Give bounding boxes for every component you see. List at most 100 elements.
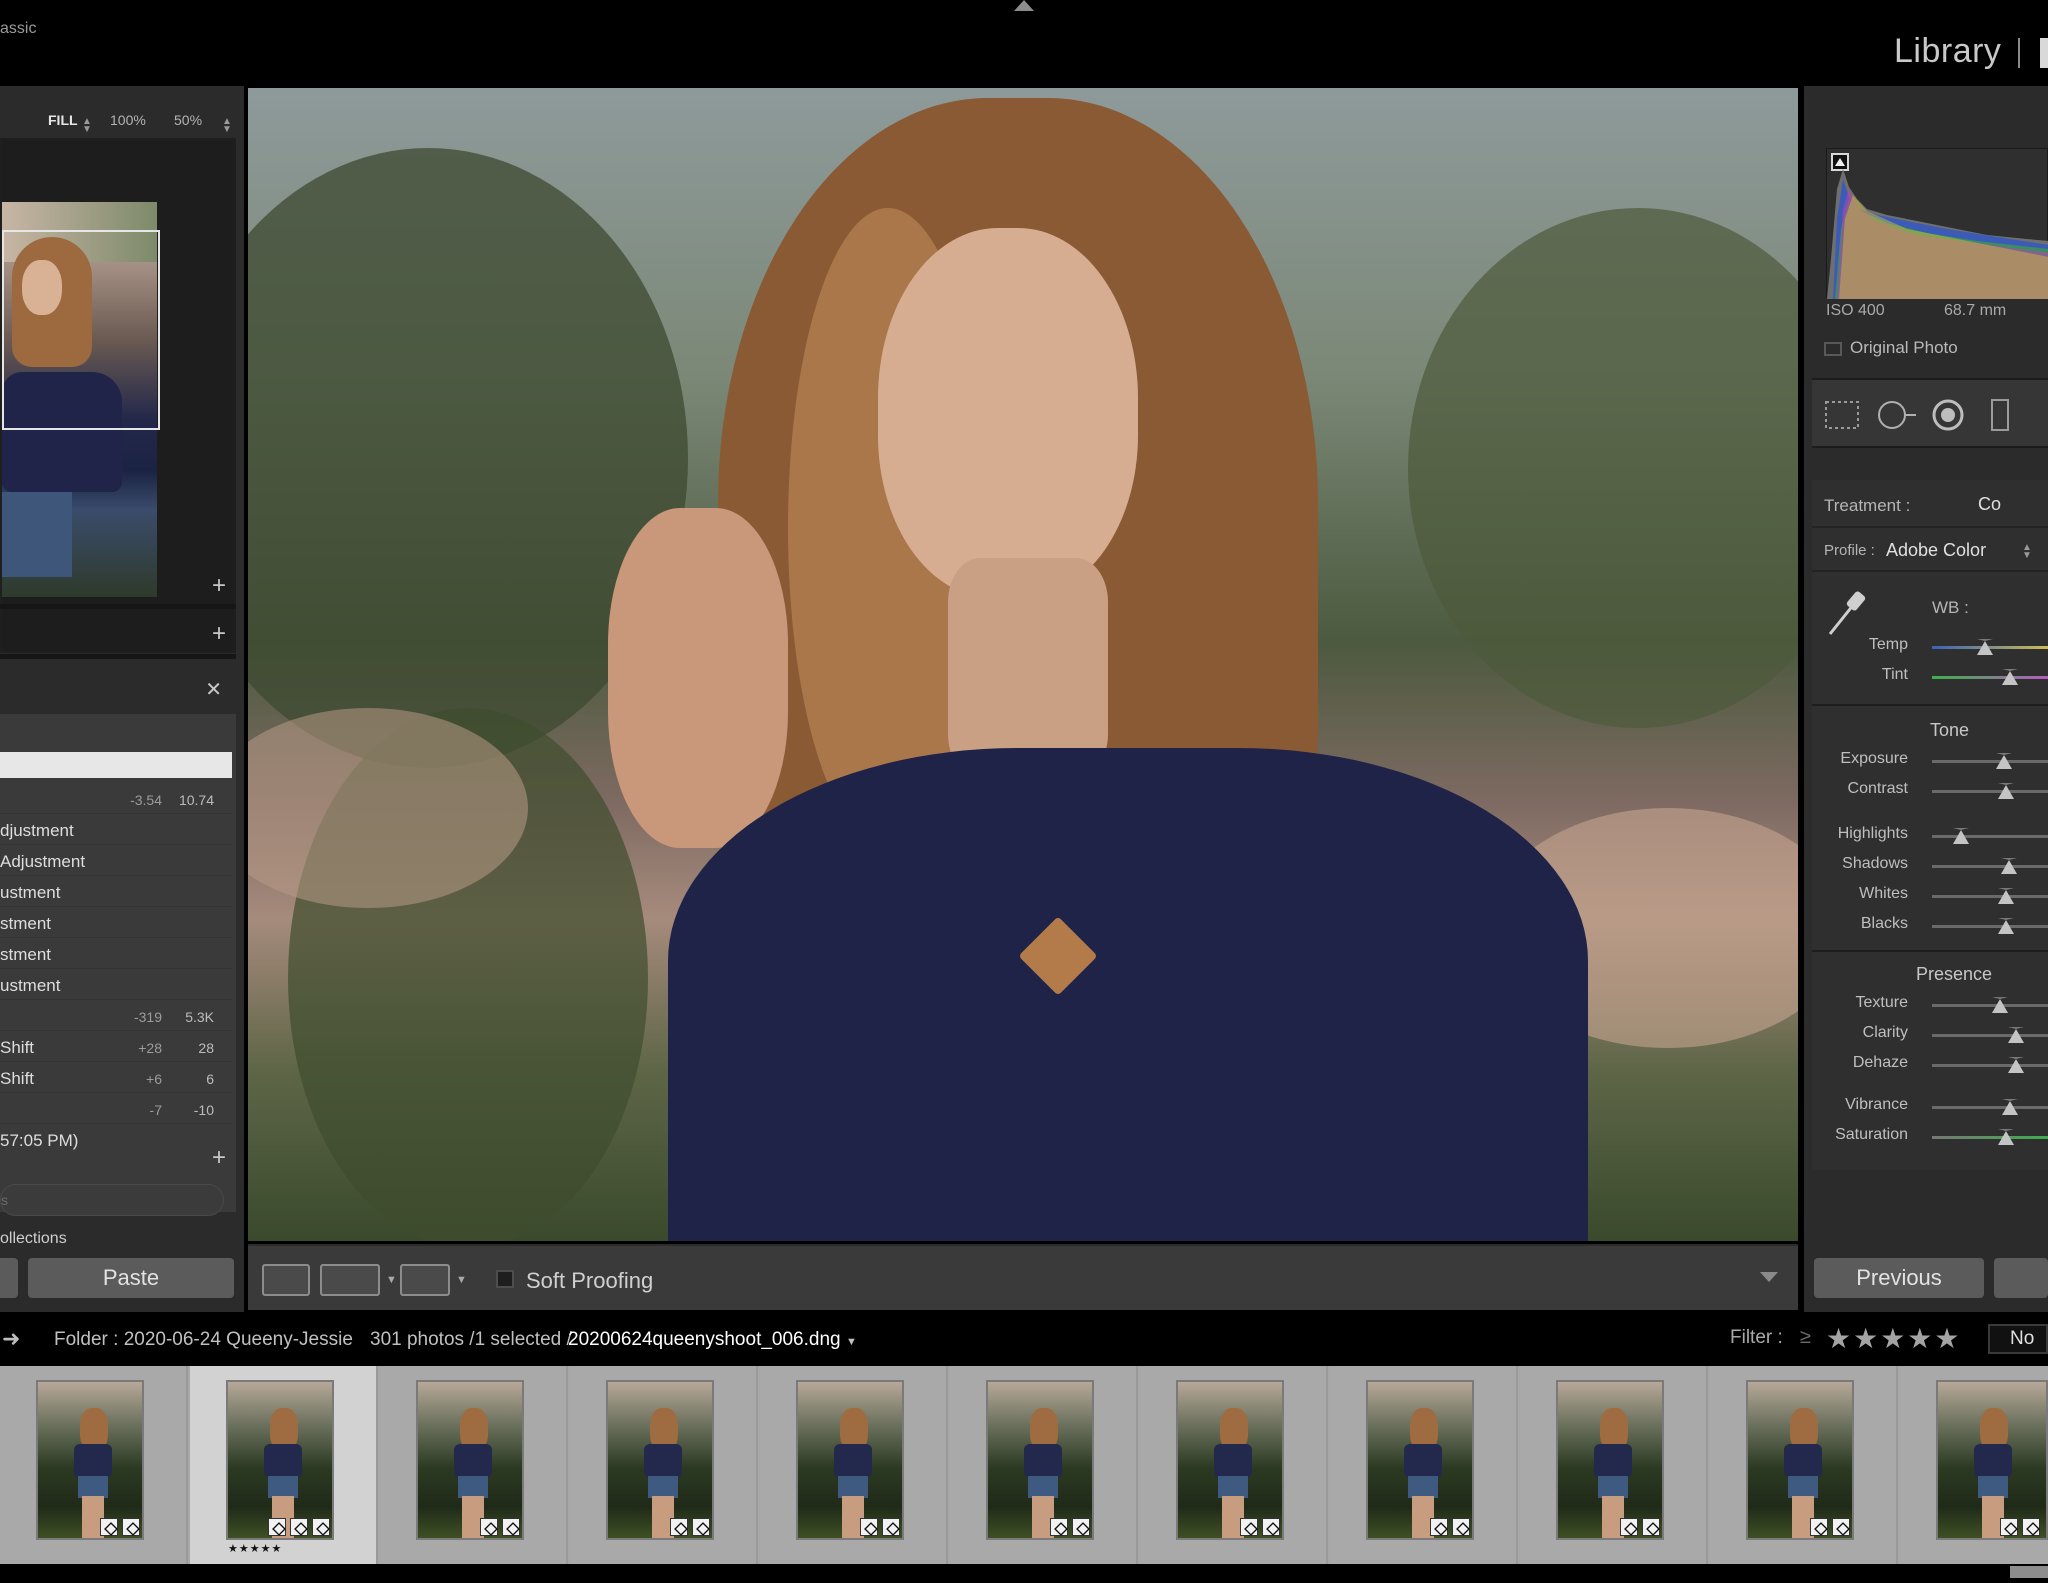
previous-button[interactable]: Previous	[1814, 1258, 1984, 1298]
zoom-50-option[interactable]: 50%	[174, 112, 202, 128]
filmstrip-cell[interactable]	[760, 1366, 948, 1564]
soft-proofing-label[interactable]: Soft Proofing	[526, 1268, 653, 1294]
main-photo[interactable]	[248, 88, 1798, 1241]
filmstrip-cell[interactable]	[1330, 1366, 1518, 1564]
history-row[interactable]: stment	[0, 908, 232, 938]
tint-track[interactable]	[1932, 676, 2048, 679]
filmstrip-thumbnail[interactable]	[416, 1380, 524, 1540]
before-after-swap-button[interactable]	[400, 1264, 450, 1296]
spot-removal-icon[interactable]	[1874, 398, 1920, 432]
dehaze-slider-handle[interactable]	[2008, 1057, 2024, 1073]
collections-item[interactable]: ollections	[0, 1230, 67, 1244]
shadows-slider[interactable]: Shadows	[1812, 855, 2048, 879]
red-eye-icon[interactable]	[1928, 398, 1968, 432]
highlights-slider-handle[interactable]	[1952, 828, 1969, 844]
history-panel-header[interactable]: ✕	[0, 671, 236, 707]
exposure-slider[interactable]: Exposure	[1812, 750, 2048, 774]
history-row[interactable]: -3.54 10.74	[0, 784, 232, 814]
shadows-slider-handle[interactable]	[2000, 858, 2017, 874]
add-preset-icon[interactable]: +	[212, 572, 226, 600]
filmstrip-cell[interactable]	[1900, 1366, 2048, 1564]
highlights-slider[interactable]: Highlights	[1812, 825, 2048, 849]
module-library-tab[interactable]: Library	[1894, 32, 2001, 71]
collections-search-input[interactable]: s	[0, 1184, 224, 1216]
saturation-track[interactable]	[1932, 1136, 2048, 1139]
filmstrip-cell[interactable]	[950, 1366, 1138, 1564]
whites-slider-handle[interactable]	[1998, 888, 2015, 904]
contrast-track[interactable]	[1932, 790, 2048, 793]
graduated-filter-icon[interactable]	[1986, 398, 2016, 432]
dehaze-slider[interactable]: Dehaze	[1812, 1054, 2048, 1078]
filmstrip-cell[interactable]	[0, 1366, 188, 1564]
dehaze-track[interactable]	[1932, 1064, 2048, 1067]
zoom-fill-option[interactable]: FILL	[48, 112, 78, 128]
contrast-slider[interactable]: Contrast	[1812, 780, 2048, 804]
snapshots-panel-header[interactable]: +	[0, 616, 236, 652]
texture-slider[interactable]: Texture	[1812, 994, 2048, 1018]
reset-button[interactable]	[1994, 1258, 2048, 1298]
whites-slider[interactable]: Whites	[1812, 885, 2048, 909]
contrast-slider-handle[interactable]	[1998, 783, 2015, 799]
exposure-slider-handle[interactable]	[1996, 753, 2012, 769]
clarity-track[interactable]	[1932, 1034, 2048, 1037]
filmstrip-thumbnail[interactable]	[606, 1380, 714, 1540]
filmstrip-cell-selected[interactable]: ★★★★★	[190, 1366, 378, 1564]
filter-preset-select[interactable]: No	[1988, 1324, 2048, 1354]
history-row[interactable]: ustment	[0, 970, 232, 1000]
filmstrip-source[interactable]: Folder : 2020-06-24 Queeny-Jessie	[54, 1329, 353, 1351]
forward-arrow-icon[interactable]: ➜	[2, 1326, 20, 1352]
filmstrip-cell[interactable]	[1710, 1366, 1898, 1564]
toolbar-menu-icon[interactable]	[1760, 1272, 1778, 1282]
saturation-slider[interactable]: Saturation	[1812, 1126, 2048, 1150]
filmstrip-scrollbar[interactable]	[2010, 1566, 2048, 1578]
before-after-button[interactable]	[320, 1264, 380, 1296]
history-row[interactable]: Shift +28 28	[0, 1032, 232, 1062]
blacks-slider-handle[interactable]	[1998, 918, 2015, 934]
zoom-stepper-icon[interactable]: ▲ ▼	[222, 117, 232, 135]
temp-slider-handle[interactable]	[1976, 639, 1993, 655]
highlights-track[interactable]	[1932, 835, 2048, 838]
paste-button[interactable]: Paste	[28, 1258, 234, 1298]
filter-stars[interactable]: ★★★★★	[1826, 1322, 1962, 1355]
tint-slider[interactable]: Tint	[1812, 666, 2048, 690]
add-collection-icon[interactable]: +	[212, 1144, 226, 1172]
clarity-slider[interactable]: Clarity	[1812, 1024, 2048, 1048]
filmstrip-thumbnail[interactable]	[986, 1380, 1094, 1540]
history-row[interactable]: -7 -10	[0, 1094, 232, 1124]
temp-slider[interactable]: Temp	[1812, 636, 2048, 660]
history-row[interactable]: ustment	[0, 877, 232, 907]
selected-filename[interactable]: 20200624queenyshoot_006.dng	[568, 1329, 841, 1351]
add-snapshot-icon[interactable]: +	[212, 620, 226, 648]
texture-slider-handle[interactable]	[1992, 997, 2009, 1013]
zoom-fill-stepper-icon[interactable]: ▲ ▼	[82, 117, 92, 135]
saturation-slider-handle[interactable]	[1998, 1129, 2015, 1145]
vibrance-slider-handle[interactable]	[2002, 1099, 2018, 1115]
history-row[interactable]: stment	[0, 939, 232, 969]
filmstrip-cell[interactable]	[1520, 1366, 1708, 1564]
history-row[interactable]: -319 5.3K	[0, 1001, 232, 1031]
history-row[interactable]: Adjustment	[0, 846, 232, 876]
vibrance-track[interactable]	[1932, 1106, 2048, 1109]
navigator-view-box[interactable]	[2, 230, 160, 430]
treatment-color-option[interactable]: Co	[1978, 494, 2001, 515]
clear-history-icon[interactable]: ✕	[205, 677, 222, 702]
soft-proofing-checkbox[interactable]	[496, 1270, 514, 1288]
profile-stepper-icon[interactable]: ▲ ▼	[2022, 543, 2032, 561]
filmstrip-thumbnail[interactable]	[1556, 1380, 1664, 1540]
texture-track[interactable]	[1932, 1004, 2048, 1007]
blacks-slider[interactable]: Blacks	[1812, 915, 2048, 939]
filmstrip-thumbnail[interactable]	[796, 1380, 904, 1540]
tint-slider-handle[interactable]	[2002, 669, 2018, 685]
crop-overlay-icon[interactable]	[1822, 398, 1862, 432]
filmstrip-thumbnail[interactable]	[1746, 1380, 1854, 1540]
swap-caret-icon[interactable]: ▼	[456, 1274, 467, 1286]
whites-track[interactable]	[1932, 895, 2048, 898]
filmstrip-cell[interactable]	[380, 1366, 568, 1564]
eyedropper-icon[interactable]	[1824, 586, 1868, 640]
history-row[interactable]: Shift +6 6	[0, 1063, 232, 1093]
profile-select[interactable]: Adobe Color	[1886, 540, 1986, 561]
loupe-view-button[interactable]	[262, 1264, 310, 1296]
histogram[interactable]	[1826, 148, 2048, 299]
collapse-top-panel-icon[interactable]	[1014, 0, 1034, 11]
shadows-track[interactable]	[1932, 865, 2048, 868]
